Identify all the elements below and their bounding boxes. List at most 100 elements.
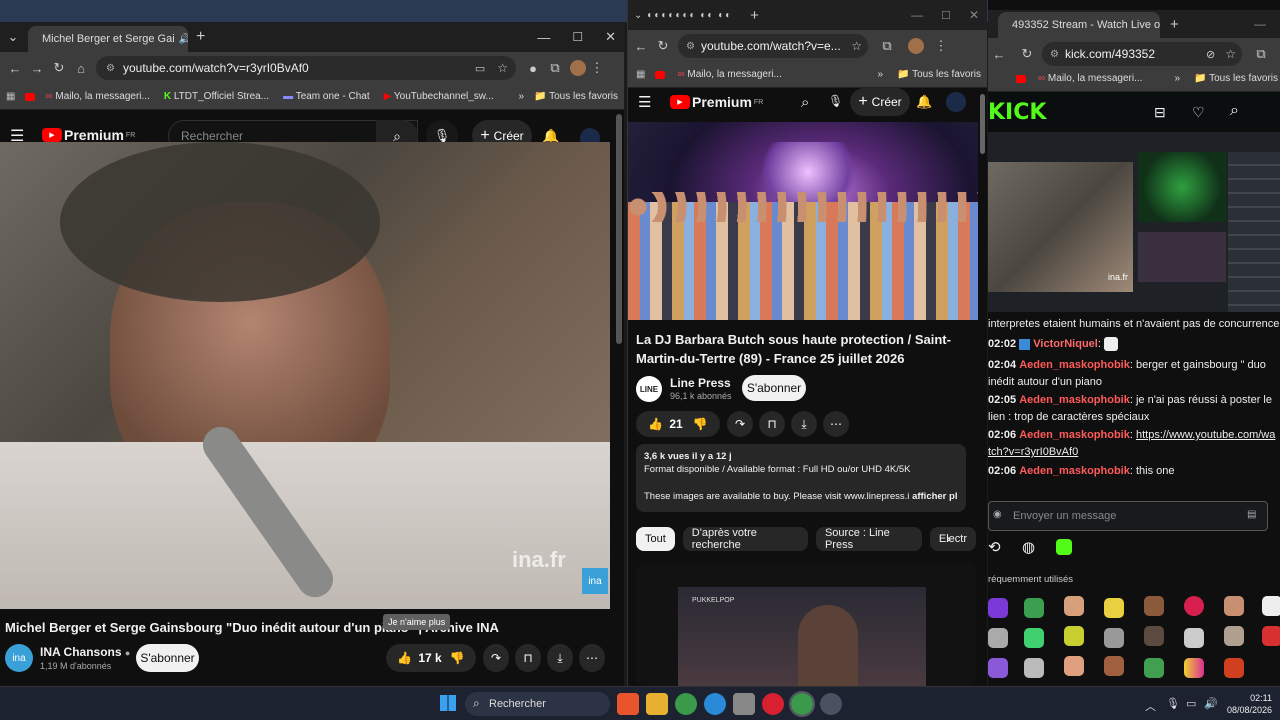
emote[interactable] — [1144, 626, 1164, 646]
show-more-link[interactable]: afficher plus — [912, 491, 958, 502]
all-bookmarks[interactable]: 📁 Tous les favoris — [897, 69, 981, 80]
mic-icon[interactable]: 🎙 — [828, 94, 843, 108]
reload-icon[interactable]: ↻ — [48, 57, 70, 79]
recommended-video-thumbnail[interactable]: PUKKELPOP — [636, 563, 976, 686]
apps-grid-icon[interactable]: ▦ — [6, 91, 15, 102]
bookmark-item[interactable]: ∞ Mailo, la messageri... — [45, 91, 149, 102]
chrome-active-icon[interactable] — [789, 691, 815, 717]
save-button[interactable]: ⊓ — [759, 411, 785, 437]
forward-icon[interactable]: → — [26, 57, 48, 79]
chip-all[interactable]: Tout — [636, 527, 675, 551]
tab-active[interactable]: Michel Berger et Serge Gai 🔊 ✕ — [28, 26, 188, 52]
back-icon[interactable]: ← — [988, 43, 1010, 65]
download-button[interactable]: ⤓ — [547, 644, 573, 672]
chat-username[interactable]: Aeden_maskophobik — [1019, 359, 1130, 371]
maximize-icon[interactable]: ☐ — [941, 9, 951, 22]
share-button[interactable]: ↷ — [727, 411, 753, 437]
chip-electro[interactable]: Electr — [929, 527, 976, 551]
youtube-bookmark-icon[interactable] — [25, 92, 36, 101]
dislike-icon[interactable]: 👎 — [450, 651, 465, 665]
cast-icon[interactable]: ▭ — [475, 62, 485, 75]
more-actions-button[interactable]: ⋯ — [823, 411, 849, 437]
subscribe-button[interactable]: S'abonner — [742, 375, 806, 401]
all-bookmarks[interactable]: 📁 Tous les favoris — [1194, 73, 1278, 84]
emote[interactable] — [1104, 628, 1124, 648]
opera-icon[interactable] — [762, 693, 784, 715]
network-icon[interactable]: ▭ — [1186, 697, 1196, 710]
emote[interactable] — [1184, 658, 1204, 678]
scrollbar[interactable] — [980, 94, 985, 154]
bookmark-item[interactable]: ∞ Mailo, la messageri... — [677, 69, 781, 80]
snipping-tool-icon[interactable] — [733, 693, 755, 715]
like-icon[interactable]: 👍 — [648, 417, 663, 431]
reload-icon[interactable]: ↻ — [652, 35, 674, 57]
bookmarks-overflow-icon[interactable]: » — [1174, 73, 1180, 84]
clock[interactable]: 02:11 08/08/2026 — [1222, 692, 1272, 716]
site-info-icon[interactable]: ⚙ — [1050, 49, 1059, 60]
star-icon[interactable]: ☆ — [851, 39, 862, 53]
taskbar-search[interactable]: ⌕ Rechercher — [465, 692, 610, 716]
minimize-icon[interactable]: — — [1254, 17, 1266, 31]
history-icon[interactable]: ⟲ — [988, 538, 1001, 556]
new-tab-icon[interactable]: + — [196, 28, 205, 46]
chat-username[interactable]: VictorNiquel — [1033, 338, 1098, 350]
emote[interactable] — [1064, 596, 1084, 616]
kebab-menu-icon[interactable]: ⋮ — [586, 57, 608, 79]
chip-source[interactable]: Source : Line Press — [815, 527, 922, 551]
profile-avatar[interactable] — [570, 60, 586, 76]
like-icon[interactable]: 👍 — [397, 651, 412, 665]
subscribe-button[interactable]: S'abonner — [136, 644, 199, 672]
tab-menu-icon[interactable]: ⌄ — [2, 26, 24, 48]
video-player[interactable] — [628, 122, 978, 320]
site-info-icon[interactable]: ⚙ — [106, 63, 115, 74]
home-icon[interactable]: ⌂ — [70, 57, 92, 79]
kebab-menu-icon[interactable]: ⋮ — [930, 35, 952, 57]
edge-icon[interactable] — [704, 693, 726, 715]
tab-active[interactable]: 493352 Stream - Watch Live on ✕ — [998, 12, 1160, 38]
emote[interactable] — [1024, 628, 1044, 648]
bookmark-item[interactable]: K LTDT_Officiel Strea... — [164, 91, 269, 102]
chat-input[interactable]: ◉ Envoyer un message ▤ — [988, 501, 1268, 531]
tray-chevron-icon[interactable]: ︿ — [1145, 698, 1156, 714]
youtube-logo[interactable]: ▶ Premium FR — [670, 94, 763, 110]
hamburger-menu-icon[interactable]: ☰ — [638, 93, 651, 111]
create-button[interactable]: + Créer — [850, 88, 910, 116]
emote[interactable] — [1262, 596, 1280, 616]
extension-icon[interactable]: ● — [522, 57, 544, 79]
bookmark-item[interactable]: ▬ Team one - Chat — [283, 91, 370, 102]
download-button[interactable]: ⤓ — [791, 411, 817, 437]
back-icon[interactable]: ← — [4, 57, 26, 79]
close-window-icon[interactable]: ✕ — [605, 29, 616, 45]
emote[interactable] — [1262, 626, 1280, 646]
profile-avatar[interactable] — [908, 38, 924, 54]
puzzle-icon[interactable]: ⧉ — [544, 57, 566, 79]
emote[interactable] — [1064, 626, 1084, 646]
youtube-logo[interactable]: ▶ Premium FR — [42, 127, 135, 143]
new-tab-icon[interactable]: + — [1170, 16, 1179, 33]
puzzle-icon[interactable]: ⧉ — [876, 35, 898, 57]
url-field[interactable]: ⚙ youtube.com/watch?v=r3yrI0BvAf0 ▭ ☆ — [96, 56, 516, 80]
bookmark-item[interactable]: ▶ YouTubechannel_sw... — [384, 91, 494, 102]
emote[interactable] — [1144, 658, 1164, 678]
all-bookmarks[interactable]: 📁 Tous les favoris — [534, 91, 618, 102]
star-icon[interactable]: ☆ — [1225, 47, 1236, 61]
url-field[interactable]: ⚙ youtube.com/watch?v=e... ☆ — [678, 34, 868, 58]
eye-off-icon[interactable]: ⊘ — [1206, 48, 1215, 61]
close-window-icon[interactable]: ✕ — [969, 8, 979, 22]
minimize-icon[interactable]: — — [911, 8, 923, 22]
file-explorer-icon[interactable] — [646, 693, 668, 715]
globe-icon[interactable]: ◍ — [1022, 538, 1035, 556]
kick-emote-icon[interactable] — [1056, 539, 1072, 555]
tab-strip-icons[interactable]: ⌄ ◐◐◐◐◐◐◐ ◐◐ ◐◐ — [634, 10, 732, 21]
like-count[interactable]: 17 k — [418, 651, 441, 665]
star-icon[interactable]: ☆ — [497, 61, 508, 75]
emote[interactable] — [988, 628, 1008, 648]
chip-search[interactable]: D'après votre recherche — [682, 527, 808, 551]
url-field[interactable]: ⚙ kick.com/493352 ⊘ ☆ — [1042, 42, 1242, 66]
bookmark-item[interactable]: ∞ Mailo, la messageri... — [1038, 73, 1142, 84]
emote-picker-icon[interactable]: ▤ — [1247, 509, 1256, 520]
speaker-icon[interactable]: 🔊 — [179, 34, 188, 45]
save-button[interactable]: ⊓ — [515, 644, 541, 672]
channel-avatar[interactable]: LINE — [636, 376, 662, 402]
video-player[interactable]: ina.fr ina — [0, 142, 610, 609]
